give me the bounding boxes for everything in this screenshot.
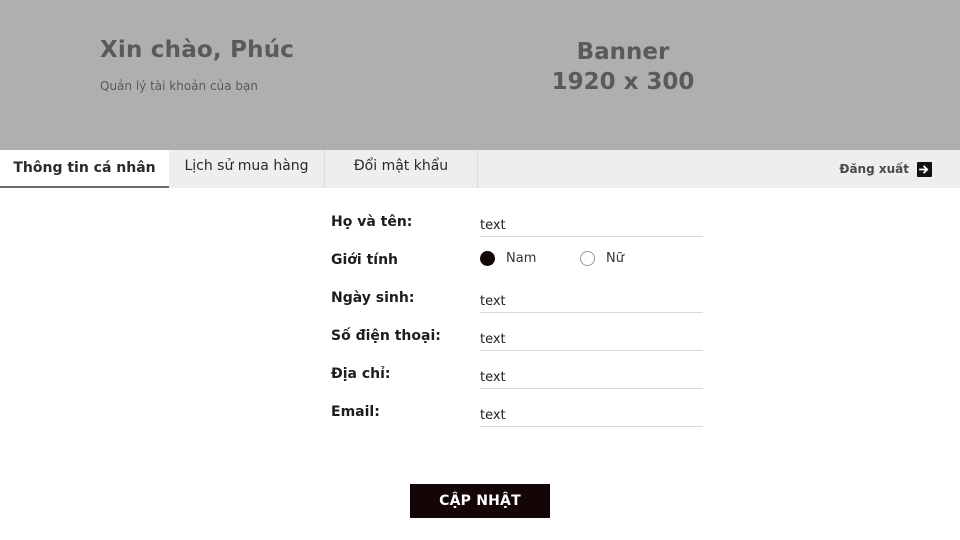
- logout-icon: [917, 161, 932, 177]
- address-label: Địa chỉ:: [331, 366, 391, 382]
- fullname-input[interactable]: [480, 211, 703, 237]
- fullname-label: Họ và tên:: [331, 214, 413, 230]
- gender-option-male[interactable]: Nam: [480, 251, 580, 266]
- gender-option-female-label: Nữ: [606, 251, 624, 266]
- update-button[interactable]: CẬP NHẬT: [410, 484, 550, 518]
- tab-change-password[interactable]: Đổi mật khẩu: [324, 150, 478, 188]
- email-label: Email:: [331, 404, 380, 420]
- radio-checked-icon[interactable]: [480, 251, 495, 266]
- phone-row: Số điện thoại:: [331, 325, 703, 351]
- header-banner: Xin chào, Phúc Quản lý tài khoản của bạn…: [0, 0, 960, 150]
- gender-radio-group: Nam Nữ: [480, 251, 624, 266]
- logout-label: Đăng xuất: [839, 162, 909, 176]
- email-row: Email:: [331, 401, 703, 427]
- gender-row: Giới tính Nam Nữ: [331, 249, 703, 275]
- fullname-row: Họ và tên:: [331, 211, 703, 237]
- email-input[interactable]: [480, 401, 703, 427]
- phone-input[interactable]: [480, 325, 703, 351]
- banner-placeholder-title: Banner: [576, 39, 670, 65]
- banner-placeholder: Banner 1920 x 300: [523, 37, 723, 97]
- logout-button[interactable]: Đăng xuất: [839, 160, 932, 178]
- phone-label: Số điện thoại:: [331, 328, 441, 344]
- banner-placeholder-size: 1920 x 300: [551, 69, 695, 95]
- address-input[interactable]: [480, 363, 703, 389]
- tab-purchase-history[interactable]: Lịch sử mua hàng: [169, 150, 324, 188]
- gender-label: Giới tính: [331, 252, 399, 268]
- birthday-label: Ngày sinh:: [331, 290, 415, 306]
- gender-option-male-label: Nam: [506, 251, 537, 266]
- greeting-subtitle: Quản lý tài khoản của bạn: [100, 79, 258, 93]
- greeting-title: Xin chào, Phúc: [100, 37, 295, 63]
- birthday-input[interactable]: [480, 287, 703, 313]
- gender-option-female[interactable]: Nữ: [580, 251, 624, 266]
- radio-unchecked-icon[interactable]: [580, 251, 595, 266]
- birthday-row: Ngày sinh:: [331, 287, 703, 313]
- account-tabbar: Thông tin cá nhân Lịch sử mua hàng Đổi m…: [0, 150, 960, 188]
- tab-personal-info[interactable]: Thông tin cá nhân: [0, 150, 169, 188]
- address-row: Địa chỉ:: [331, 363, 703, 389]
